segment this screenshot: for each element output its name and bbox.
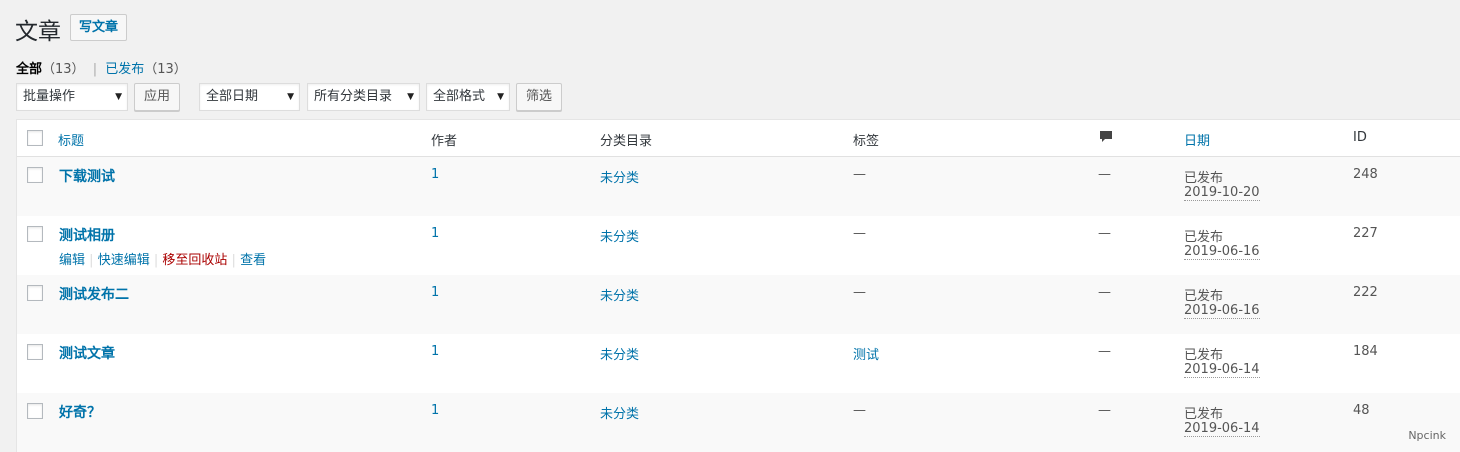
post-id: 184 [1353,344,1378,359]
post-id: 248 [1353,167,1378,182]
post-comments: — [1098,167,1111,182]
bulk-action-value: 批量操作 [23,89,76,104]
post-tags: — [853,285,866,300]
table-row: 测试相册 编辑 | 快速编辑 | 移至回收站 | 查看 1 未分类 — — 已发… [17,216,1460,275]
post-title-link[interactable]: 下载测试 [59,166,115,186]
quick-edit-link[interactable]: 快速编辑 [98,253,150,268]
post-date: 2019-10-20 [1184,185,1260,201]
apply-button[interactable]: 应用 [134,83,181,111]
dropdown-arrow-icon: ▼ [407,92,414,102]
post-status: 已发布 [1184,289,1224,304]
filter-button[interactable]: 筛选 [516,83,563,111]
post-category-link[interactable]: 未分类 [600,403,639,422]
row-checkbox[interactable] [27,167,43,183]
column-categories-header: 分类目录 [600,134,653,149]
post-status: 已发布 [1184,230,1224,245]
post-category-link[interactable]: 未分类 [600,167,639,186]
post-tags: — [853,226,866,241]
post-date: 2019-06-14 [1184,362,1260,378]
post-status-views: 全部（13） | 已发布（13） [16,58,187,77]
post-id: 222 [1353,285,1378,300]
post-author-link[interactable]: 1 [431,344,439,359]
view-published-link[interactable]: 已发布 [105,62,144,77]
post-comments: — [1098,344,1111,359]
post-title-link[interactable]: 测试相册 [59,225,115,245]
view-published-count: （13） [144,62,187,77]
table-header: 标题 作者 分类目录 标签 日期 ID [17,120,1460,157]
column-date-header[interactable]: 日期 [1184,130,1210,149]
posts-table: 标题 作者 分类目录 标签 日期 ID 下载测试 1 未分类 — — 已发布 2… [16,119,1460,452]
table-row: 下载测试 1 未分类 — — 已发布 2019-10-20 248 [17,157,1460,216]
post-tags: — [853,167,866,182]
table-row: 测试文章 1 未分类 测试 — 已发布 2019-06-14 184 [17,334,1460,393]
post-tags: — [853,403,866,418]
format-filter-select[interactable]: 全部格式 ▼ [426,83,510,111]
row-action-separator: | [89,253,94,268]
post-comments: — [1098,226,1111,241]
watermark-text: Npcink [1408,429,1446,442]
table-row: 测试发布二 1 未分类 — — 已发布 2019-06-16 222 [17,275,1460,334]
post-author-link[interactable]: 1 [431,285,439,300]
post-date: 2019-06-16 [1184,303,1260,319]
post-id: 227 [1353,226,1378,241]
post-status: 已发布 [1184,407,1224,422]
post-title-link[interactable]: 测试发布二 [59,284,129,304]
column-title-header[interactable]: 标题 [58,130,84,149]
add-new-post-button[interactable]: 写文章 [70,14,128,41]
column-author-header: 作者 [431,134,458,149]
post-category-link[interactable]: 未分类 [600,226,639,245]
post-date: 2019-06-16 [1184,244,1260,260]
post-category-link[interactable]: 未分类 [600,344,639,363]
view-all-count: （13） [42,62,85,77]
trash-link[interactable]: 移至回收站 [162,253,227,268]
table-row: 好奇？ 1 未分类 — — 已发布 2019-06-14 48 [17,393,1460,452]
row-action-separator: | [153,253,159,268]
edit-link[interactable]: 编辑 [59,253,85,268]
post-status: 已发布 [1184,348,1224,363]
date-filter-select[interactable]: 全部日期 ▼ [199,83,300,111]
row-checkbox[interactable] [27,226,43,242]
category-filter-select[interactable]: 所有分类目录 ▼ [307,83,420,111]
row-actions: 编辑 | 快速编辑 | 移至回收站 | 查看 [59,249,266,268]
column-id-header: ID [1353,130,1367,145]
post-date: 2019-06-14 [1184,421,1260,437]
view-link[interactable]: 查看 [240,253,266,268]
post-author-link[interactable]: 1 [431,403,439,418]
category-filter-value: 所有分类目录 [314,89,393,104]
row-checkbox[interactable] [27,403,43,419]
format-filter-value: 全部格式 [433,89,486,104]
column-tags-header: 标签 [853,134,880,149]
dropdown-arrow-icon: ▼ [287,92,294,102]
post-id: 48 [1353,403,1370,418]
view-all-link[interactable]: 全部 [16,62,42,77]
post-status: 已发布 [1184,171,1224,186]
post-tag-link[interactable]: 测试 [853,344,879,363]
post-title-link[interactable]: 好奇？ [59,402,101,422]
dropdown-arrow-icon: ▼ [115,92,122,102]
post-author-link[interactable]: 1 [431,167,439,182]
row-checkbox[interactable] [27,285,43,301]
date-filter-value: 全部日期 [206,89,259,104]
bulk-action-select[interactable]: 批量操作 ▼ [16,83,128,111]
post-author-link[interactable]: 1 [431,226,439,241]
row-action-separator: | [231,253,236,268]
post-category-link[interactable]: 未分类 [600,285,639,304]
page-title: 文章 [15,19,61,45]
row-checkbox[interactable] [27,344,43,360]
views-separator: | [92,62,98,77]
comment-bubble-icon[interactable] [1099,130,1113,144]
post-comments: — [1098,403,1111,418]
select-all-checkbox[interactable] [27,130,43,146]
post-comments: — [1098,285,1111,300]
dropdown-arrow-icon: ▼ [497,92,504,102]
post-title-link[interactable]: 测试文章 [59,343,115,363]
